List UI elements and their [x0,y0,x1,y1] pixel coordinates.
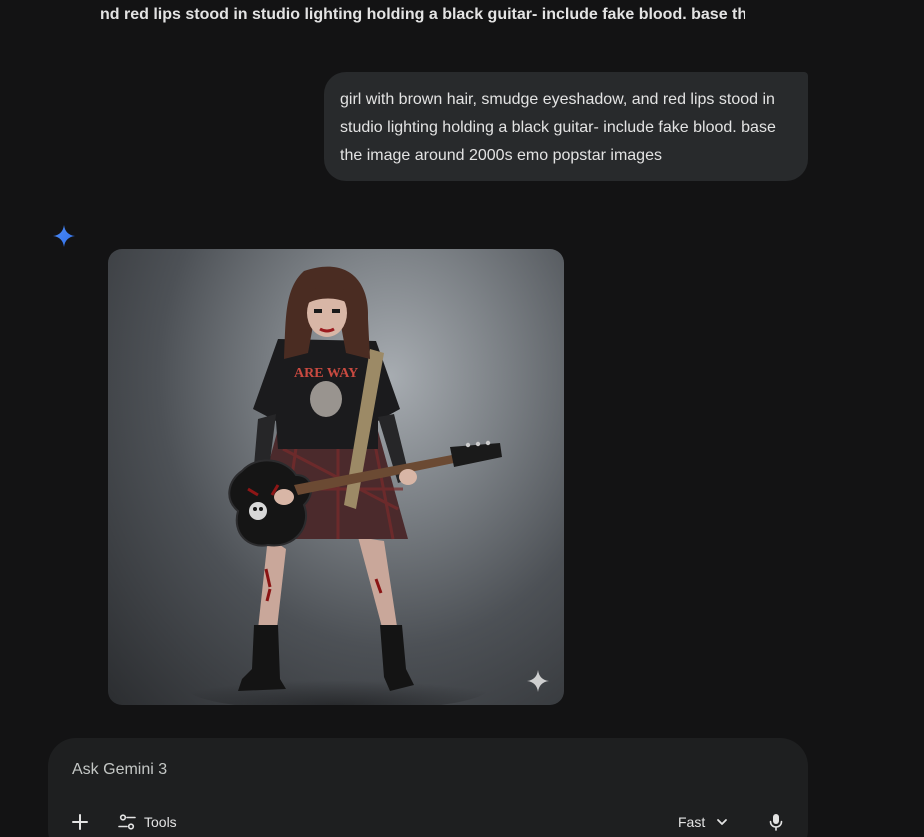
chat-page: nd red lips stood in studio lighting hol… [0,0,924,837]
user-message-bubble: girl with brown hair, smudge eyeshadow, … [324,72,808,181]
prompt-composer: Ask Gemini 3 Tools Fast [48,738,808,837]
shirt-print: ARE WAY [294,366,358,381]
tune-icon [118,814,136,830]
generated-image-illustration: ARE WAY [188,266,502,705]
add-attachment-button[interactable] [68,810,92,834]
mic-icon [769,814,783,831]
voice-input-button[interactable] [764,810,788,834]
gemini-spark-icon [53,225,75,247]
tools-button[interactable]: Tools [118,810,177,834]
prompt-input[interactable]: Ask Gemini 3 [72,760,672,780]
plus-icon [72,814,88,830]
image-spark-icon [527,670,549,692]
previous-prompt-title: nd red lips stood in studio lighting hol… [100,6,745,23]
mode-label: Fast [678,814,706,830]
generated-image[interactable]: ARE WAY [108,249,564,705]
user-message-text: girl with brown hair, smudge eyeshadow, … [340,91,776,164]
tools-label: Tools [144,814,177,830]
model-mode-dropdown[interactable]: Fast [678,810,729,834]
chevron-down-icon [717,819,728,825]
